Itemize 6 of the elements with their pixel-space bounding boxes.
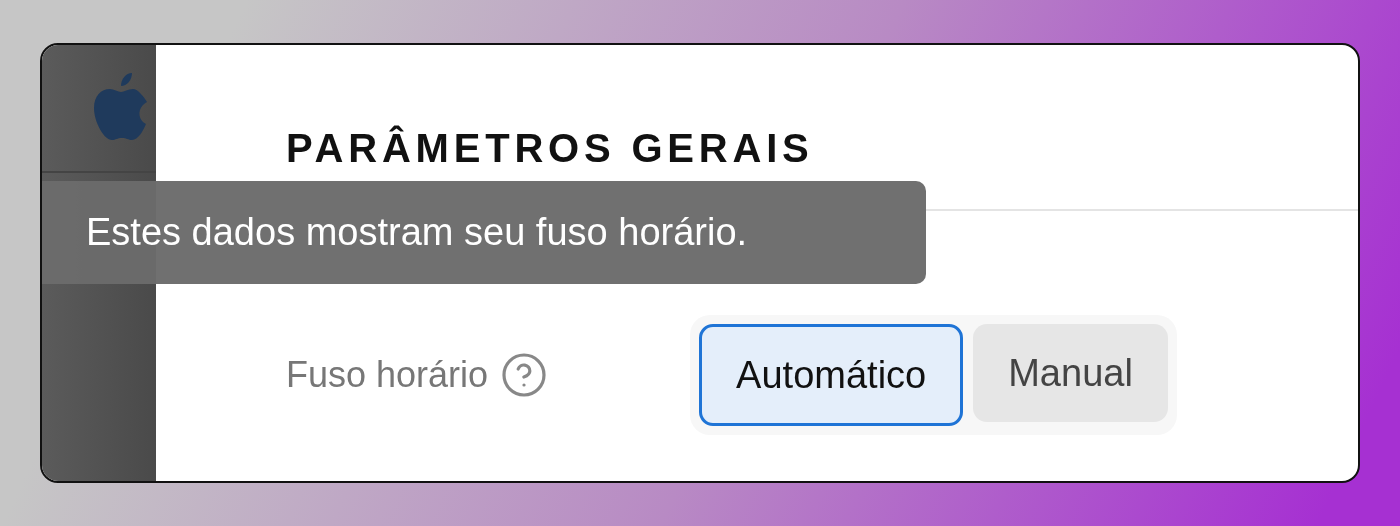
setting-label: Fuso horário — [286, 353, 489, 397]
help-icon[interactable] — [500, 351, 549, 399]
section-title: PARÂMETROS GERAIS — [286, 124, 815, 172]
tooltip: Estes dados mostram seu fuso horário. — [42, 181, 926, 284]
segment-option[interactable]: Automático — [699, 324, 964, 426]
segment-option[interactable]: Manual — [973, 324, 1168, 422]
